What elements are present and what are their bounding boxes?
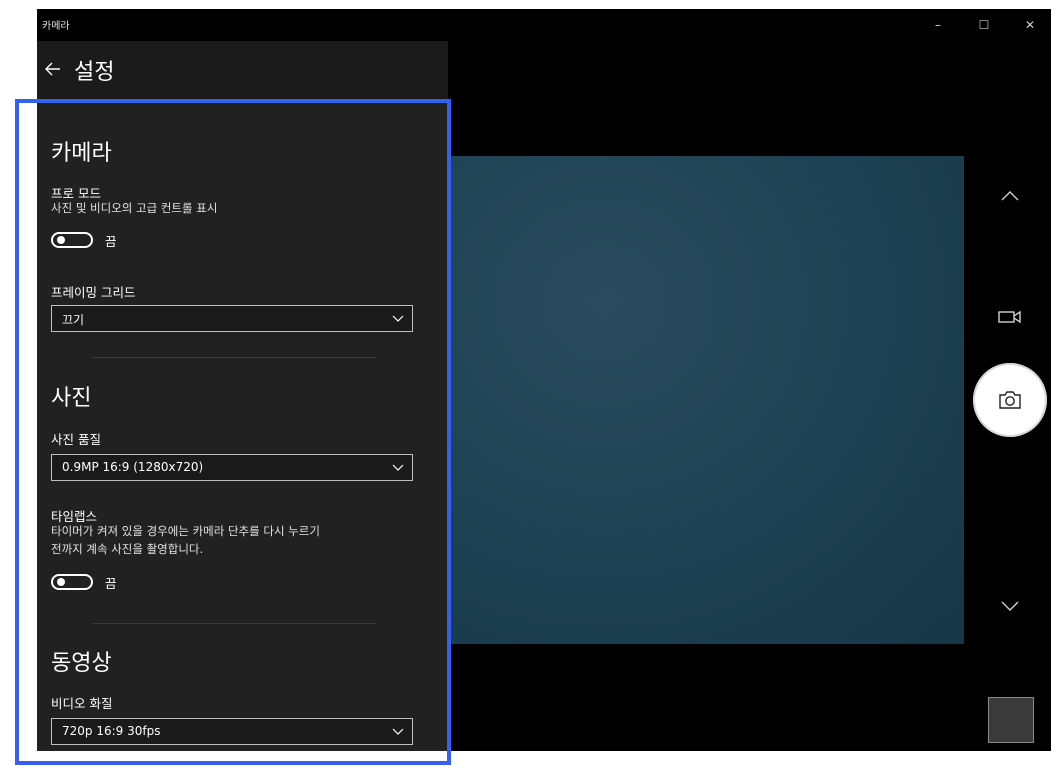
camera-section-title: 카메라 [51,141,112,166]
expand-up-button[interactable] [990,181,1030,211]
close-icon: ✕ [1024,18,1036,32]
close-button[interactable]: ✕ [1007,9,1051,41]
timelapse-description-line2: 전까지 계속 사진을 촬영합니다. [51,542,204,556]
timelapse-toggle-row: 끔 [51,572,117,592]
section-divider [92,623,376,624]
app-title: 카메라 [42,21,70,32]
chevron-down-icon [392,464,404,471]
pro-mode-toggle-row: 끔 [51,230,117,250]
settings-panel: 설정 카메라 프로 모드 사진 및 비디오의 고급 컨트롤 표시 끔 프레이밍 … [37,41,448,751]
photo-section-title: 사진 [51,386,92,411]
pro-mode-state: 끔 [105,233,117,249]
framing-grid-label: 프레이밍 그리드 [51,285,136,300]
take-photo-button[interactable] [973,363,1047,437]
minimize-icon: – [935,18,941,32]
video-section-title: 동영상 [51,651,112,676]
maximize-icon: ☐ [978,18,990,32]
camera-app-window: 카메라 – ☐ ✕ 설정 카메라 프로 모드 사진 및 비디오의 고급 컨트롤 … [37,9,1051,751]
expand-down-button[interactable] [990,591,1030,621]
video-quality-dropdown[interactable]: 720p 16:9 30fps [51,718,413,745]
timelapse-state: 끔 [105,575,117,591]
minimize-button[interactable]: – [915,9,961,41]
camera-icon [999,391,1021,409]
back-button[interactable] [41,57,65,81]
photo-quality-label: 사진 품질 [51,432,101,447]
photo-quality-value: 0.9MP 16:9 (1280x720) [62,460,204,474]
section-divider [92,357,376,358]
video-quality-label: 비디오 화질 [51,696,113,711]
video-quality-value: 720p 16:9 30fps [62,724,161,738]
pro-mode-description: 사진 및 비디오의 고급 컨트롤 표시 [51,201,218,215]
framing-grid-dropdown[interactable]: 끄기 [51,305,413,332]
toggle-knob [57,236,65,244]
photo-quality-dropdown[interactable]: 0.9MP 16:9 (1280x720) [51,454,413,481]
chevron-up-icon [1001,191,1019,201]
settings-title: 설정 [74,60,115,85]
camera-preview [450,156,964,644]
toggle-knob [57,578,65,586]
video-camera-icon [998,310,1021,324]
timelapse-description-line1: 타이머가 켜져 있을 경우에는 카메라 단추를 다시 누르기 [51,524,320,538]
chevron-down-icon [1001,601,1019,611]
last-capture-thumbnail[interactable] [988,697,1034,743]
back-arrow-icon [45,62,60,76]
title-bar: 카메라 – ☐ ✕ [37,9,1051,41]
chevron-down-icon [392,728,404,735]
chevron-down-icon [392,315,404,322]
maximize-button[interactable]: ☐ [961,9,1007,41]
timelapse-toggle[interactable] [51,574,93,590]
framing-grid-value: 끄기 [62,313,85,327]
settings-header: 설정 [37,41,448,101]
video-mode-button[interactable] [990,302,1030,332]
pro-mode-toggle[interactable] [51,232,93,248]
